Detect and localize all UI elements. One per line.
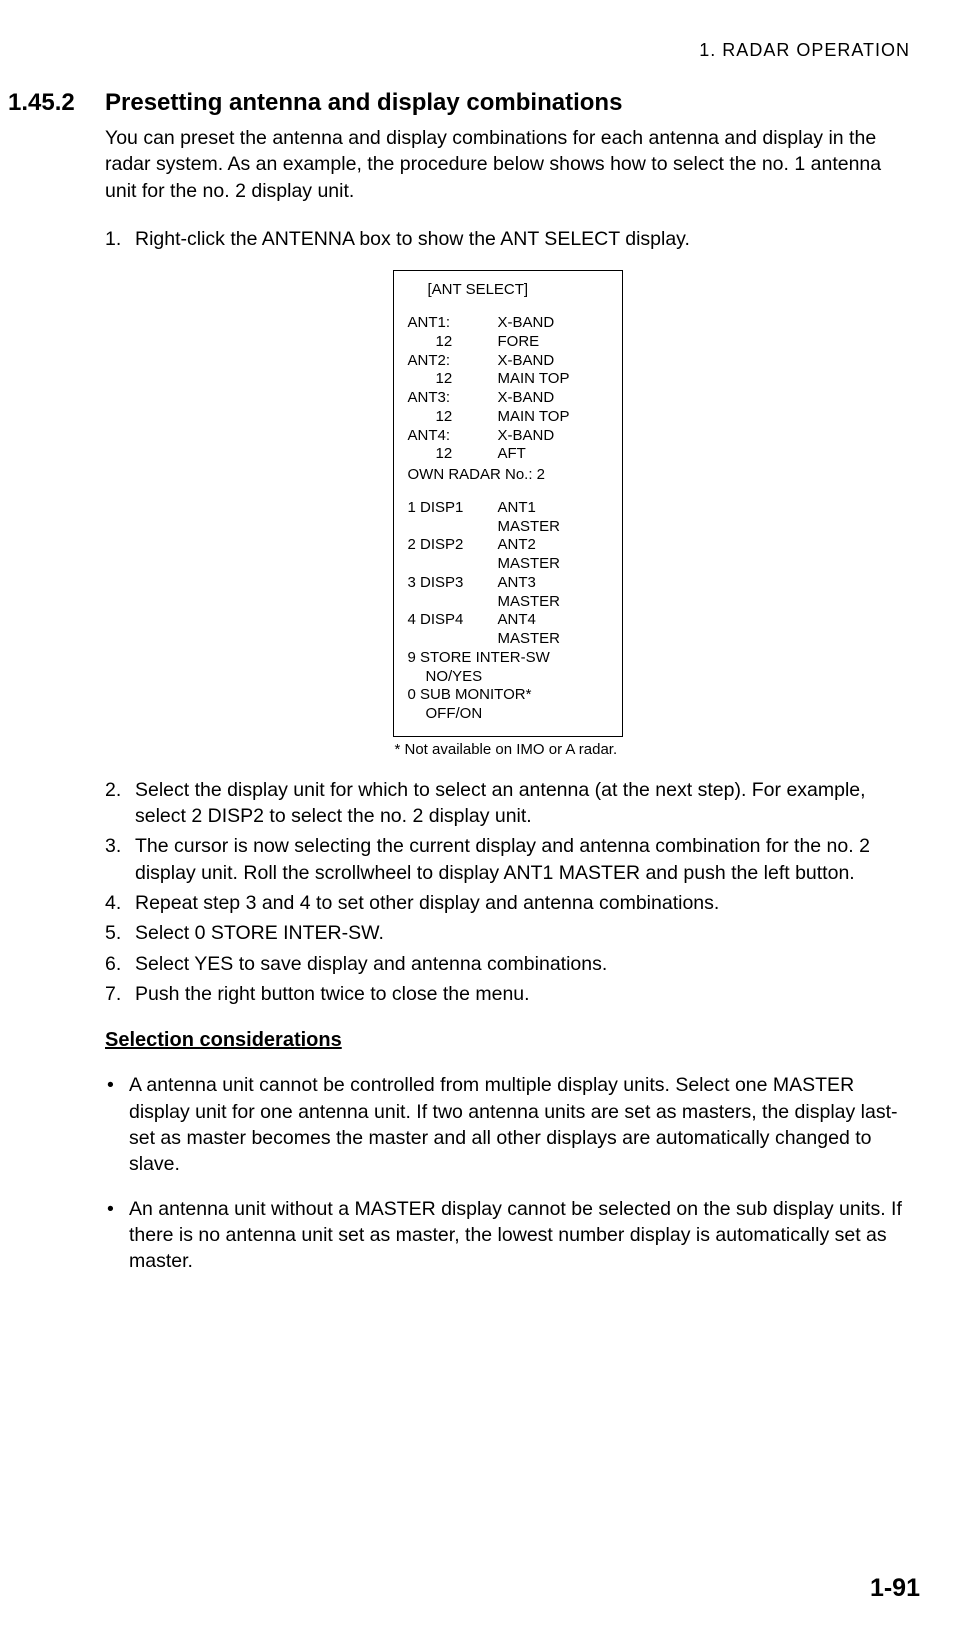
step-item: 2.Select the display unit for which to s… [105,777,910,830]
step-text: Repeat step 3 and 4 to set other display… [135,890,910,916]
sub-monitor-line: 0 SUB MONITOR* [408,686,608,705]
ant-loc: AFT [498,445,608,464]
step-text: Right-click the ANTENNA box to show the … [135,226,910,252]
disp-ant: ANT2 [498,536,608,555]
subheading: Selection considerations [105,1027,910,1054]
step-number: 6. [105,951,135,977]
step-text: Select the display unit for which to sel… [135,777,910,830]
ant-label: ANT1: [408,314,498,333]
step-item: 3.The cursor is now selecting the curren… [105,833,910,886]
disp-mode: MASTER [498,518,608,537]
content-body: You can preset the antenna and display c… [105,125,910,1274]
section-number: 1.45.2 [0,89,105,117]
ant-loc: MAIN TOP [498,370,608,389]
section-title: Presetting antenna and display combinati… [105,89,622,117]
step-text: Push the right button twice to close the… [135,981,910,1007]
ant-label: ANT2: [408,352,498,371]
ant-band: X-BAND [498,314,608,333]
page-number: 1-91 [870,1574,920,1603]
intro-paragraph: You can preset the antenna and display c… [105,125,910,204]
disp-ant: ANT4 [498,611,608,630]
step-number: 1. [105,226,135,252]
disp-label: 4 DISP4 [408,611,498,630]
diagram-title: [ANT SELECT] [428,281,608,300]
disp-label: 2 DISP2 [408,536,498,555]
step-text: Select YES to save display and antenna c… [135,951,910,977]
ant-num: 12 [408,408,498,427]
disp-label: 1 DISP1 [408,499,498,518]
step-item: 7.Push the right button twice to close t… [105,981,910,1007]
ant-band: X-BAND [498,352,608,371]
step-item: 6.Select YES to save display and antenna… [105,951,910,977]
ant-label: ANT3: [408,389,498,408]
bullet-item: • A antenna unit cannot be controlled fr… [105,1072,910,1177]
step-number: 7. [105,981,135,1007]
disp-ant: ANT1 [498,499,608,518]
ant-band: X-BAND [498,389,608,408]
step-text: The cursor is now selecting the current … [135,833,910,886]
disp-label: 3 DISP3 [408,574,498,593]
own-radar-line: OWN RADAR No.: 2 [408,466,608,485]
disp-mode: MASTER [498,630,608,649]
ant-loc: FORE [498,333,608,352]
step-item: 1. Right-click the ANTENNA box to show t… [105,226,910,252]
diagram-container: [ANT SELECT] ANT1:X-BAND 12FORE ANT2:X-B… [105,270,910,759]
ant-num: 12 [408,370,498,389]
ant-select-diagram: [ANT SELECT] ANT1:X-BAND 12FORE ANT2:X-B… [393,270,623,737]
sub-monitor-options: OFF/ON [408,705,608,724]
store-options: NO/YES [408,668,608,687]
disp-ant: ANT3 [498,574,608,593]
bullet-text: An antenna unit without a MASTER display… [129,1196,910,1275]
bullet-item: • An antenna unit without a MASTER displ… [105,1196,910,1275]
step-number: 5. [105,920,135,946]
step-number: 3. [105,833,135,886]
disp-mode: MASTER [498,593,608,612]
step-number: 2. [105,777,135,830]
step-item: 4.Repeat step 3 and 4 to set other displ… [105,890,910,916]
step-item: 5.Select 0 STORE INTER-SW. [105,920,910,946]
step-text: Select 0 STORE INTER-SW. [135,920,910,946]
ant-loc: MAIN TOP [498,408,608,427]
ant-num: 12 [408,445,498,464]
section-heading: 1.45.2 Presetting antenna and display co… [0,89,920,117]
ant-band: X-BAND [498,427,608,446]
disp-mode: MASTER [498,555,608,574]
store-line: 9 STORE INTER-SW [408,649,608,668]
bullet-dot-icon: • [105,1072,129,1177]
ant-label: ANT4: [408,427,498,446]
diagram-footnote: * Not available on IMO or A radar. [393,741,623,759]
bullet-text: A antenna unit cannot be controlled from… [129,1072,910,1177]
page-header: 1. RADAR OPERATION [0,40,920,61]
bullet-dot-icon: • [105,1196,129,1275]
ant-num: 12 [408,333,498,352]
step-number: 4. [105,890,135,916]
